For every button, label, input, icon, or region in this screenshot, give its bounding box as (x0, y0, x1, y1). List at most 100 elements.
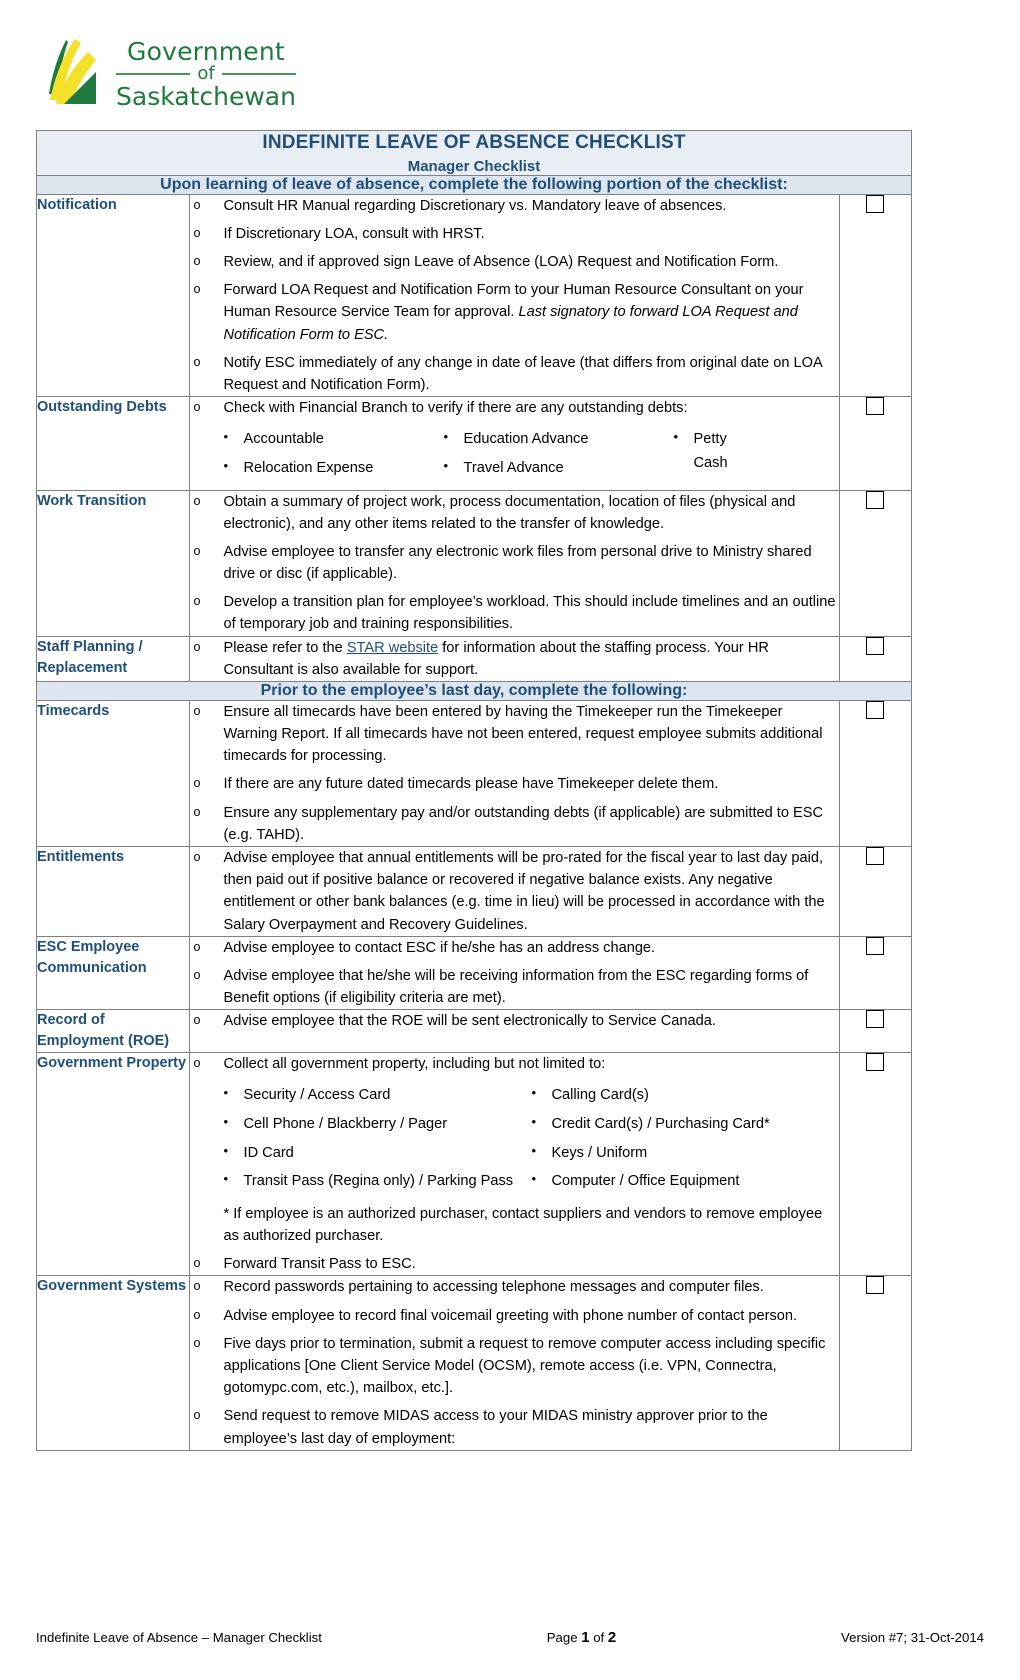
list-item-text: If there are any future dated timecards … (223, 776, 719, 793)
o-bullet-icon: o (193, 1408, 201, 1423)
checkbox-entitlements[interactable] (866, 846, 885, 865)
notification-item-list: o Consult HR Manual regarding Discretiona… (190, 195, 839, 396)
row-body-outstanding-debts: o Check with Financial Branch to verify i… (188, 396, 840, 491)
list-item-text: Record passwords pertaining to accessing… (223, 1279, 764, 1296)
list-item: • ID Card (224, 1142, 532, 1166)
checkbox-timecards[interactable] (866, 700, 885, 719)
list-item: o Collect all government property, includ… (190, 1053, 839, 1075)
dot-bullet-icon: • (531, 1171, 537, 1187)
row-label-esc-communication: ESC Employee Communication (36, 935, 190, 1011)
logo-line-government: Government (127, 37, 285, 66)
row-label-staff-planning: Staff Planning / Replacement (36, 635, 190, 682)
checkbox-cell-esc-communication[interactable] (838, 935, 913, 1011)
checkbox-notification[interactable] (866, 194, 885, 213)
checkbox-cell-entitlements[interactable] (838, 845, 913, 937)
checkbox-cell-work-transition[interactable] (838, 489, 913, 637)
list-item-text: Ensure all timecards have been entered b… (223, 703, 823, 765)
list-item-text: Transit Pass (Regina only) / Parking Pas… (243, 1173, 514, 1190)
page-footer: Indefinite Leave of Absence – Manager Ch… (36, 1629, 984, 1646)
checkbox-outstanding-debts[interactable] (866, 397, 885, 416)
list-item-text: Review, and if approved sign Leave of Ab… (223, 254, 779, 271)
document-title-cell: INDEFINITE LEAVE OF ABSENCE CHECKLIST Ma… (36, 130, 912, 176)
checkbox-cell-outstanding-debts[interactable] (838, 396, 913, 491)
row-body-entitlements: o Advise employee that annual entitlement… (188, 845, 840, 937)
list-item-text: If Discretionary LOA, consult with HRST. (223, 225, 485, 242)
title-row: INDEFINITE LEAVE OF ABSENCE CHECKLIST Ma… (36, 130, 912, 176)
o-bullet-icon: o (193, 1335, 201, 1350)
o-bullet-icon: o (193, 1279, 201, 1294)
dot-bullet-icon: • (223, 1114, 229, 1130)
checkbox-work-transition[interactable] (866, 490, 885, 509)
government-property-columns: • Security / Access Card • Cell Phone / Bl… (224, 1084, 839, 1199)
list-item: • Calling Card(s) (532, 1084, 832, 1108)
list-item-text: Advise employee that he/she will be rece… (223, 967, 809, 1007)
o-bullet-icon: o (193, 849, 201, 864)
list-item: o Review, and if approved sign Leave of A… (190, 251, 839, 273)
list-item-text-continuation: Cash (693, 454, 728, 471)
checkbox-staff-planning[interactable] (866, 636, 885, 655)
list-item-text: Cell Phone / Blackberry / Pager (243, 1116, 448, 1133)
government-of-saskatchewan-logo: Government of Saskatchewan (44, 38, 296, 110)
checkbox-government-property[interactable] (866, 1053, 885, 1072)
checkbox-government-systems[interactable] (866, 1276, 885, 1295)
list-item: o Advise employee that he/she will be rec… (190, 965, 839, 1009)
checkbox-cell-timecards[interactable] (838, 699, 913, 847)
page-title: INDEFINITE LEAVE OF ABSENCE CHECKLIST (262, 132, 686, 153)
o-bullet-icon: o (193, 254, 201, 269)
staff-planning-item-list: o Please refer to the STAR website for i… (190, 637, 839, 681)
list-item-text: Advise employee that annual entitlements… (223, 849, 825, 933)
o-bullet-icon: o (193, 1256, 201, 1271)
list-item-text: Credit Card(s) / Purchasing Card* (551, 1116, 770, 1133)
section-banner-row-2: Prior to the employee’s last day, comple… (36, 680, 912, 701)
list-item: • Travel Advance (444, 457, 674, 481)
dot-bullet-icon: • (223, 1171, 229, 1187)
property-column-1: • Security / Access Card • Cell Phone / Bl… (224, 1084, 532, 1199)
list-item-text: Collect all government property, includi… (223, 1056, 606, 1073)
list-item: • Credit Card(s) / Purchasing Card* (532, 1113, 832, 1137)
footer-page-of: of (589, 1630, 608, 1645)
checkbox-cell-government-systems[interactable] (838, 1275, 913, 1451)
row-body-government-systems: o Record passwords pertaining to accessin… (188, 1275, 840, 1451)
dot-bullet-icon: • (531, 1142, 537, 1158)
dot-bullet-icon: • (531, 1114, 537, 1130)
o-bullet-icon: o (193, 282, 201, 297)
list-item-text: Check with Financial Branch to verify if… (223, 400, 688, 417)
list-item-text: Security / Access Card (243, 1087, 391, 1104)
checkbox-roe[interactable] (866, 1010, 885, 1029)
list-item: o Check with Financial Branch to verify i… (190, 397, 839, 419)
row-body-notification: o Consult HR Manual regarding Discretiona… (188, 193, 840, 398)
list-item: o Ensure any supplementary pay and/or out… (190, 802, 839, 846)
o-bullet-icon: o (193, 967, 201, 982)
checkbox-cell-notification[interactable] (838, 193, 913, 398)
dot-bullet-icon: • (223, 457, 229, 473)
list-item-text: Accountable (243, 431, 324, 448)
row-label-timecards: Timecards (36, 699, 190, 847)
checklist-table: INDEFINITE LEAVE OF ABSENCE CHECKLIST Ma… (36, 130, 913, 1451)
list-item: • Relocation Expense (224, 457, 444, 481)
esc-communication-item-list: o Advise employee to contact ESC if he/sh… (190, 937, 839, 1010)
o-bullet-icon: o (193, 197, 201, 212)
work-transition-item-list: o Obtain a summary of project work, proce… (190, 491, 839, 636)
footer-current-page: 1 (581, 1629, 590, 1646)
o-bullet-icon: o (193, 1013, 201, 1028)
list-item-text: Advise employee to record final voicemai… (223, 1307, 798, 1324)
checkbox-cell-staff-planning[interactable] (838, 635, 913, 682)
list-item: o Advise employee that the ROE will be se… (190, 1010, 839, 1032)
list-item: o Develop a transition plan for employee’… (190, 591, 839, 635)
o-bullet-icon: o (193, 594, 201, 609)
o-bullet-icon: o (193, 543, 201, 558)
list-item-text: Please refer to the STAR website for inf… (224, 637, 839, 681)
checkbox-esc-communication[interactable] (866, 936, 885, 955)
checkbox-cell-roe[interactable] (838, 1009, 913, 1054)
list-item-text: Travel Advance (463, 459, 564, 476)
dot-bullet-icon: • (223, 1085, 229, 1101)
checkbox-cell-government-property[interactable] (838, 1052, 913, 1277)
o-bullet-icon: o (193, 1307, 201, 1322)
list-item: o Consult HR Manual regarding Discretiona… (190, 195, 839, 217)
list-item: o Advise employee to record final voicema… (190, 1305, 839, 1327)
list-item: o Obtain a summary of project work, proce… (190, 491, 839, 535)
o-bullet-icon: o (193, 1056, 201, 1071)
row-label-outstanding-debts: Outstanding Debts (36, 396, 190, 491)
list-item-text: Keys / Uniform (551, 1144, 648, 1161)
star-website-link[interactable]: STAR website (347, 640, 438, 656)
